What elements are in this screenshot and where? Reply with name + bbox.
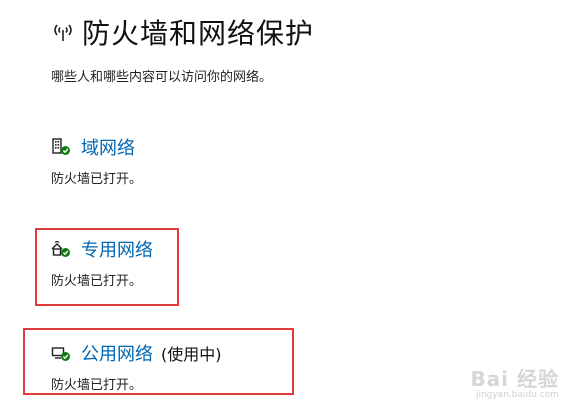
domain-network-section: 域网络 防火墙已打开。 <box>51 134 142 187</box>
page-header: 防火墙和网络保护 <box>50 12 314 52</box>
page-subtitle: 哪些人和哪些内容可以访问你的网络。 <box>51 70 273 85</box>
private-network-highlight-box <box>35 228 179 306</box>
domain-network-link[interactable]: 域网络 <box>81 134 135 160</box>
domain-network-status: 防火墙已打开。 <box>51 172 143 187</box>
baidu-watermark: Bai 经验 jingyan.baidu.com <box>470 363 559 400</box>
page-title: 防火墙和网络保护 <box>82 17 315 50</box>
watermark-url: jingyan.baidu.com <box>475 390 559 400</box>
public-network-highlight-box <box>23 328 294 395</box>
watermark-logo-text: Bai 经验 <box>470 367 559 391</box>
wifi-signal-icon <box>50 12 78 52</box>
domain-network-icon <box>51 137 73 157</box>
